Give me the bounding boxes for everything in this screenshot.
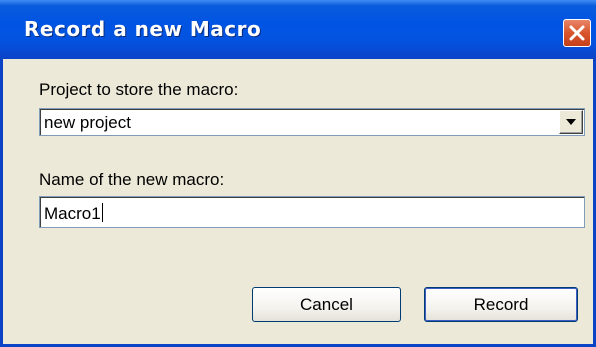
record-button[interactable]: Record [424, 287, 578, 322]
close-icon [569, 25, 585, 41]
text-caret [101, 203, 103, 222]
title-bar[interactable]: Record a new Macro [0, 0, 596, 59]
cancel-button[interactable]: Cancel [252, 287, 401, 322]
project-dropdown[interactable]: new project [39, 108, 585, 136]
project-label: Project to store the macro: [39, 80, 239, 99]
chevron-down-icon [566, 119, 576, 125]
project-selected-value: new project [44, 113, 131, 132]
close-button[interactable] [563, 19, 591, 47]
macro-name-value: Macro1 [44, 204, 101, 223]
dialog-title: Record a new Macro [24, 17, 262, 41]
record-macro-dialog: Record a new Macro Project to store the … [0, 0, 596, 347]
macro-name-label: Name of the new macro: [39, 170, 225, 189]
macro-name-input[interactable]: Macro1 [39, 196, 585, 228]
dropdown-button[interactable] [559, 110, 583, 134]
